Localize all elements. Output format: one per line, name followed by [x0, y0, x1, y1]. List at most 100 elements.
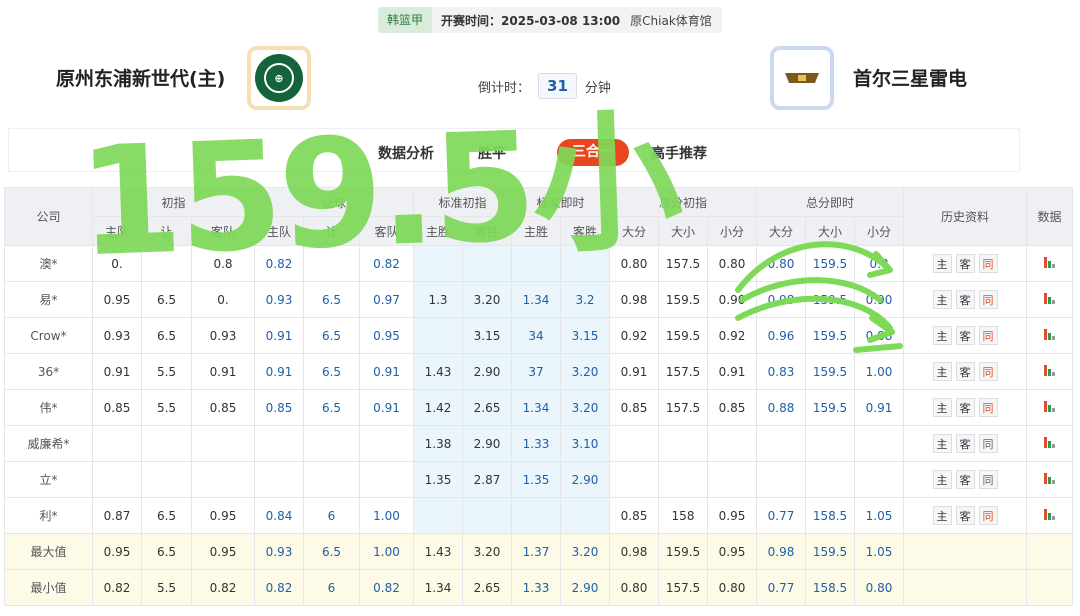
company-cell[interactable]: 威廉希*: [4, 425, 93, 462]
tab-win-draw[interactable]: 胜平: [478, 143, 506, 163]
summary-cell: 1.33: [511, 569, 561, 606]
history-buttons: 主客同: [904, 398, 1026, 417]
table-row[interactable]: 易* 0.95 6.5 0. 0.93 6.5 0.97 1.3 3.20 1.34 3.2 0.98…: [4, 281, 1073, 318]
league-badge[interactable]: 韩篮甲: [378, 7, 433, 33]
odds-cell: 0.85: [609, 389, 659, 426]
history-h2h-button[interactable]: 同: [978, 470, 998, 489]
odds-cell: 0.91: [92, 353, 142, 390]
odds-cell: [303, 245, 360, 282]
company-cell[interactable]: 36*: [4, 353, 93, 390]
history-home-button[interactable]: 主: [932, 398, 952, 417]
bar-chart-icon[interactable]: [1043, 472, 1056, 484]
history-h2h-button[interactable]: 同: [978, 290, 998, 309]
company-cell[interactable]: 伟*: [4, 389, 93, 426]
odds-cell: 0.91: [854, 389, 904, 426]
tab-expert-picks[interactable]: 高手推荐: [651, 143, 707, 163]
history-buttons: 主客同: [904, 470, 1026, 489]
summary-blank: [1026, 569, 1073, 606]
home-team-logo[interactable]: ⊕: [247, 46, 311, 110]
data-cell: [1026, 353, 1073, 390]
history-away-button[interactable]: 客: [955, 254, 975, 273]
history-away-button[interactable]: 客: [955, 470, 975, 489]
history-home-button[interactable]: 主: [932, 362, 952, 381]
company-cell[interactable]: 利*: [4, 497, 93, 534]
company-cell[interactable]: 立*: [4, 461, 93, 498]
history-home-button[interactable]: 主: [932, 290, 952, 309]
tab-data-analysis[interactable]: 数据分析: [378, 143, 434, 163]
odds-cell: 0.90: [707, 281, 757, 318]
summary-cell: 2.90: [560, 569, 610, 606]
odds-cell: 6.5: [141, 281, 192, 318]
odds-cell: 0.88: [756, 389, 806, 426]
bar-chart-icon[interactable]: [1043, 436, 1056, 448]
summary-cell: 0.98: [756, 533, 806, 570]
tab-three-in-one[interactable]: 三合一: [557, 139, 629, 166]
sub-header: 客队: [191, 216, 255, 246]
history-home-button[interactable]: 主: [932, 434, 952, 453]
bar-chart-icon[interactable]: [1043, 256, 1056, 268]
history-h2h-button[interactable]: 同: [978, 254, 998, 273]
history-h2h-button[interactable]: 同: [978, 362, 998, 381]
history-home-button[interactable]: 主: [932, 470, 952, 489]
odds-cell: 0.85: [609, 497, 659, 534]
summary-label: 最大值: [4, 533, 93, 570]
sub-header: 主胜: [511, 216, 561, 246]
odds-cell: [413, 245, 463, 282]
bar-chart-icon[interactable]: [1043, 400, 1056, 412]
company-cell[interactable]: 澳*: [4, 245, 93, 282]
history-h2h-button[interactable]: 同: [978, 434, 998, 453]
bar-chart-icon[interactable]: [1043, 328, 1056, 340]
table-row[interactable]: 澳* 0. 0.8 0.82 0.82 0.80 157.5 0.80 0.80 159.5 0.8…: [4, 245, 1073, 282]
company-cell[interactable]: Crow*: [4, 317, 93, 354]
summary-cell: 5.5: [141, 569, 192, 606]
odds-cell: [658, 461, 708, 498]
history-h2h-button[interactable]: 同: [978, 326, 998, 345]
summary-cell: 6: [303, 569, 360, 606]
odds-cell: 0.96: [756, 317, 806, 354]
history-h2h-button[interactable]: 同: [978, 398, 998, 417]
history-away-button[interactable]: 客: [955, 434, 975, 453]
table-row[interactable]: 利* 0.87 6.5 0.95 0.84 6 1.00 0.85 158 0.95 0.77 158…: [4, 497, 1073, 534]
col-history: 历史资料: [903, 187, 1027, 246]
bar-chart-icon[interactable]: [1043, 508, 1056, 520]
away-team-logo[interactable]: [770, 46, 834, 110]
home-team-name[interactable]: 原州东浦新世代(主): [56, 64, 225, 91]
summary-cell: 0.95: [707, 533, 757, 570]
history-home-button[interactable]: 主: [932, 326, 952, 345]
odds-cell: 1.42: [413, 389, 463, 426]
history-home-button[interactable]: 主: [932, 506, 952, 525]
summary-cell: 0.82: [254, 569, 304, 606]
summary-cell: 0.82: [92, 569, 142, 606]
history-away-button[interactable]: 客: [955, 362, 975, 381]
history-home-button[interactable]: 主: [932, 254, 952, 273]
history-buttons: 主客同: [904, 254, 1026, 273]
table-row[interactable]: 立* 1.35 2.87 1.35 2.90 主客同: [4, 461, 1073, 498]
history-away-button[interactable]: 客: [955, 506, 975, 525]
history-away-button[interactable]: 客: [955, 326, 975, 345]
history-buttons: 主客同: [904, 434, 1026, 453]
table-row[interactable]: 36* 0.91 5.5 0.91 0.91 6.5 0.91 1.43 2.90 37 3.20 0…: [4, 353, 1073, 390]
odds-cell: [191, 461, 255, 498]
history-h2h-button[interactable]: 同: [978, 506, 998, 525]
bar-chart-icon[interactable]: [1043, 364, 1056, 376]
odds-cell: [303, 461, 360, 498]
odds-cell: 1.38: [413, 425, 463, 462]
away-team-name[interactable]: 首尔三星雷电: [853, 64, 967, 91]
odds-cell: [511, 497, 561, 534]
odds-cell: 0.91: [609, 353, 659, 390]
odds-cell: [854, 461, 904, 498]
table-row[interactable]: Crow* 0.93 6.5 0.93 0.91 6.5 0.95 3.15 34 3.15 0.9…: [4, 317, 1073, 354]
history-away-button[interactable]: 客: [955, 290, 975, 309]
history-away-button[interactable]: 客: [955, 398, 975, 417]
table-row[interactable]: 威廉希* 1.38 2.90 1.33 3.10 主客同: [4, 425, 1073, 462]
table-row[interactable]: 伟* 0.85 5.5 0.85 0.85 6.5 0.91 1.42 2.65 1.34 3.20…: [4, 389, 1073, 426]
summary-row: 最大值 0.95 6.5 0.95 0.93 6.5 1.00 1.43 3.20 1.37 3.2…: [4, 533, 1073, 570]
odds-cell: [854, 425, 904, 462]
odds-cell: 0.90: [854, 281, 904, 318]
odds-cell: [609, 425, 659, 462]
company-cell[interactable]: 易*: [4, 281, 93, 318]
sub-header: 客胜: [462, 216, 512, 246]
summary-cell: 0.77: [756, 569, 806, 606]
bar-chart-icon[interactable]: [1043, 292, 1056, 304]
data-cell: [1026, 425, 1073, 462]
